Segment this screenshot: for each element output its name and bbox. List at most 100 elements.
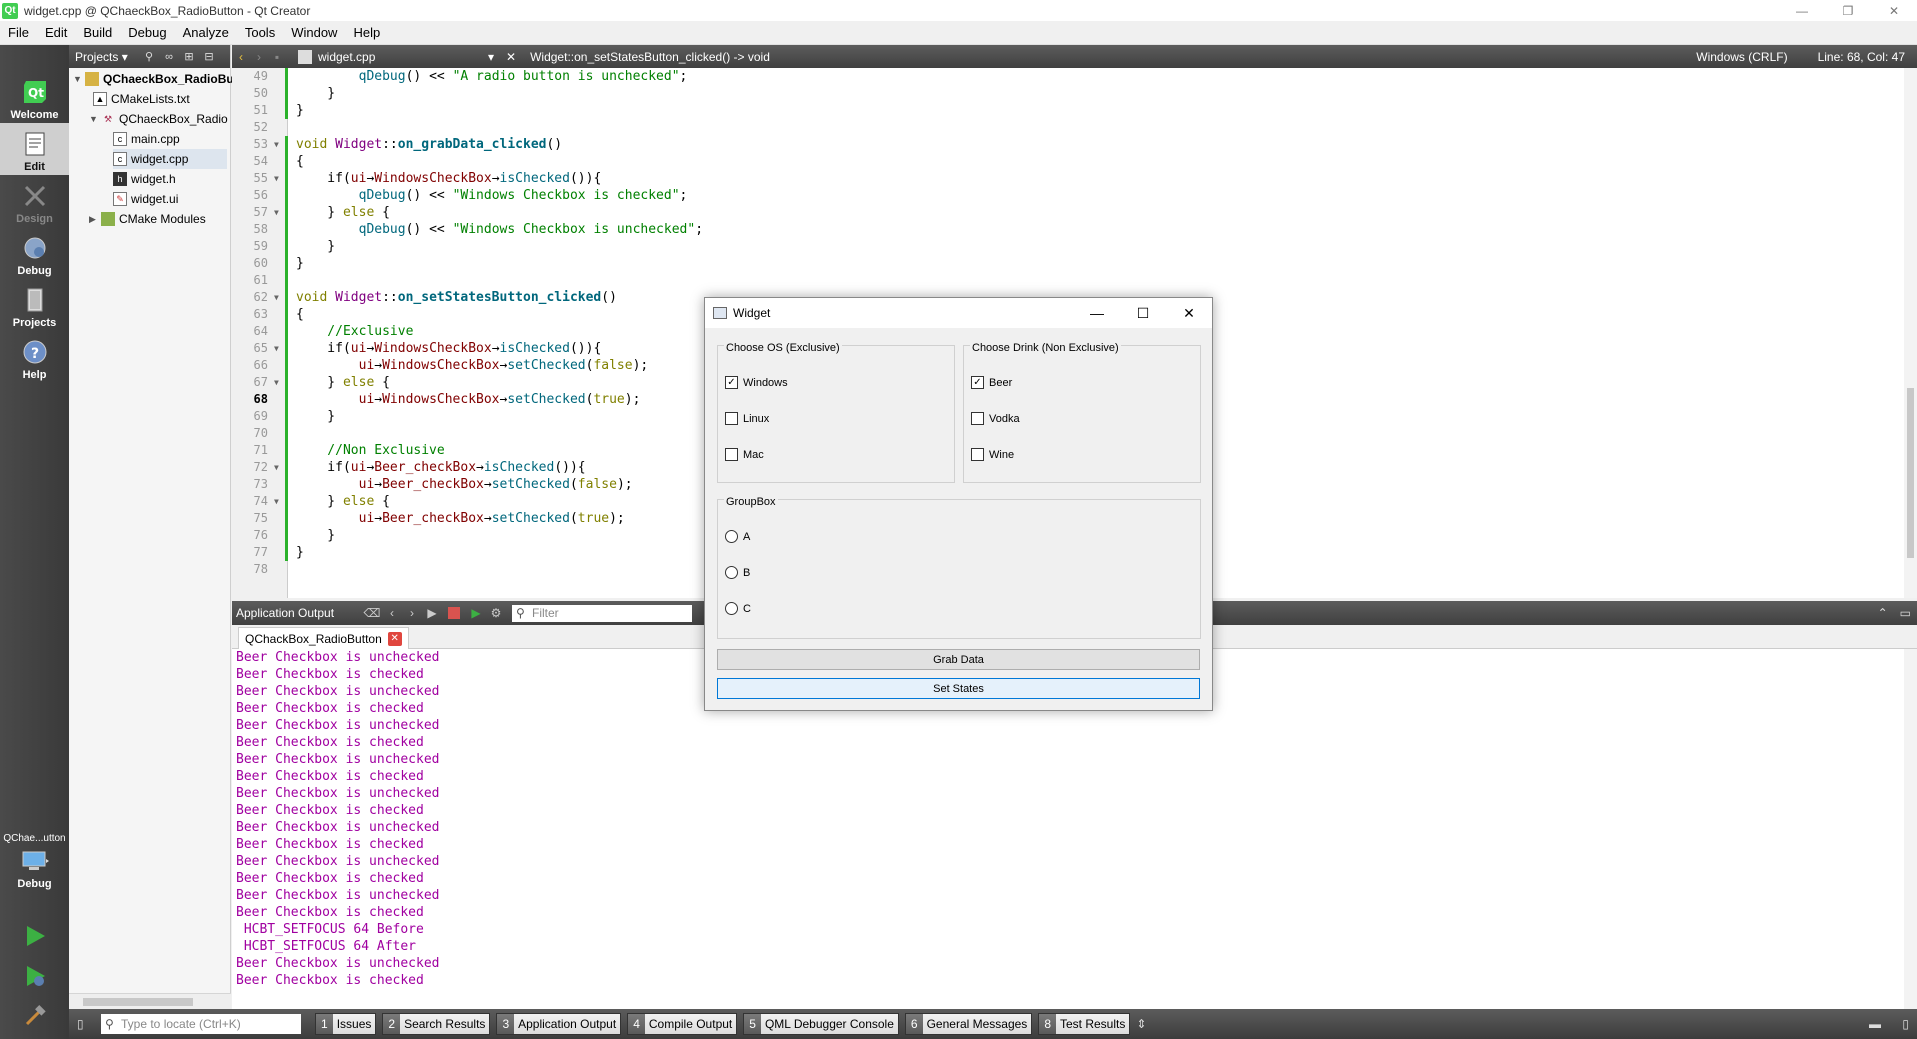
- menu-help[interactable]: Help: [345, 21, 388, 45]
- fold-marker-icon[interactable]: ▼: [274, 204, 279, 221]
- pane-button-qml-debugger[interactable]: 5 QML Debugger Console: [743, 1013, 899, 1035]
- toggle-sidebar-icon[interactable]: ▯: [77, 1017, 84, 1031]
- mode-debug[interactable]: Debug: [0, 227, 69, 279]
- more-panes-icon[interactable]: ⇕: [1136, 1017, 1146, 1031]
- run-button[interactable]: [0, 917, 69, 951]
- cursor-position[interactable]: Line: 68, Col: 47: [1818, 50, 1905, 64]
- radio-a[interactable]: A: [725, 530, 750, 543]
- widget-close-button[interactable]: ✕: [1166, 298, 1212, 328]
- close-button[interactable]: ✕: [1871, 0, 1917, 21]
- chevron-right-icon: ▶: [89, 213, 96, 224]
- folder-icon: [101, 212, 115, 226]
- windows-checkbox[interactable]: ✓ Windows: [725, 376, 788, 389]
- kit-selector[interactable]: QChae...utton Debug: [0, 831, 69, 901]
- menu-tools[interactable]: Tools: [237, 21, 283, 45]
- radio-indicator: [725, 566, 738, 579]
- vodka-checkbox[interactable]: Vodka: [971, 412, 1020, 425]
- filter-icon[interactable]: ⚲: [141, 49, 157, 65]
- tree-item-cmakelists[interactable]: ▲ CMakeLists.txt: [93, 89, 190, 109]
- forward-icon[interactable]: ›: [250, 50, 268, 64]
- mode-projects[interactable]: Projects: [0, 279, 69, 331]
- radio-indicator: [725, 602, 738, 615]
- stop-icon[interactable]: [448, 607, 460, 619]
- output-tab[interactable]: QChackBox_RadioButton ✕: [238, 627, 409, 649]
- editor-vertical-scrollbar[interactable]: [1904, 68, 1917, 598]
- set-states-button[interactable]: Set States: [717, 678, 1200, 699]
- mode-welcome[interactable]: Qt Welcome: [0, 71, 69, 123]
- tree-item-widget-ui[interactable]: ✎ widget.ui: [113, 189, 178, 209]
- beer-checkbox[interactable]: ✓ Beer: [971, 376, 1012, 389]
- grab-data-button[interactable]: Grab Data: [717, 649, 1200, 670]
- split-icon[interactable]: ⊞: [181, 49, 197, 65]
- tree-item-widget-cpp[interactable]: c widget.cpp: [113, 149, 227, 169]
- mode-design[interactable]: Design: [0, 175, 69, 227]
- code-line: }: [296, 103, 304, 118]
- locator-input[interactable]: ⚲ Type to locate (Ctrl+K): [101, 1014, 301, 1034]
- close-pane-icon[interactable]: ⊟: [201, 49, 217, 65]
- widget-maximize-button[interactable]: ☐: [1120, 298, 1166, 328]
- pane-button-test-results[interactable]: 8 Test Results: [1038, 1013, 1131, 1035]
- build-button[interactable]: [0, 997, 69, 1031]
- output-vertical-scrollbar[interactable]: [1904, 649, 1917, 1009]
- pane-button-application-output[interactable]: 3 Application Output: [496, 1013, 622, 1035]
- tree-item-cmake-modules[interactable]: ▶ CMake Modules: [89, 209, 206, 229]
- progress-details-icon[interactable]: ▬: [1869, 1017, 1881, 1031]
- projects-view-selector[interactable]: Projects ▾: [73, 50, 137, 64]
- linux-checkbox[interactable]: Linux: [725, 412, 769, 425]
- fold-marker-icon[interactable]: ▼: [274, 459, 279, 476]
- close-tab-icon[interactable]: ✕: [387, 631, 402, 646]
- pane-button-issues[interactable]: 1 Issues: [315, 1013, 377, 1035]
- link-icon[interactable]: ∞: [161, 49, 177, 65]
- line-ending-selector[interactable]: Windows (CRLF): [1696, 50, 1787, 64]
- clear-output-icon[interactable]: ⌫: [362, 606, 382, 620]
- menu-debug[interactable]: Debug: [120, 21, 174, 45]
- open-file-selector[interactable]: widget.cpp: [318, 50, 488, 64]
- pane-button-general-messages[interactable]: 6 General Messages: [904, 1013, 1033, 1035]
- output-filter-input[interactable]: ⚲ Filter: [512, 604, 692, 622]
- previous-item-icon[interactable]: ‹: [382, 606, 402, 620]
- output-line: Beer Checkbox is unchecked: [236, 752, 440, 767]
- next-item-icon[interactable]: ›: [402, 606, 422, 620]
- chevron-down-icon[interactable]: ▾: [488, 50, 494, 64]
- tree-item-project[interactable]: ▼ QChaeckBox_RadioBu: [73, 69, 234, 89]
- mode-edit[interactable]: Edit: [0, 123, 69, 175]
- fold-marker-icon[interactable]: ▼: [274, 374, 279, 391]
- fold-marker-icon[interactable]: ▼: [274, 136, 279, 153]
- hammer-icon: ⚒: [103, 113, 113, 124]
- symbol-selector[interactable]: Widget::on_setStatesButton_clicked() -> …: [530, 50, 770, 64]
- attach-debugger-icon[interactable]: ▶: [466, 606, 486, 620]
- debug-run-button[interactable]: [0, 957, 69, 991]
- menu-analyze[interactable]: Analyze: [175, 21, 237, 45]
- mode-help[interactable]: ? Help: [0, 331, 69, 383]
- menu-file[interactable]: File: [0, 21, 37, 45]
- wine-checkbox[interactable]: Wine: [971, 448, 1014, 461]
- minimize-button[interactable]: —: [1779, 0, 1825, 21]
- qt-logo-icon: Qt: [20, 77, 50, 107]
- fold-marker-icon[interactable]: ▼: [274, 170, 279, 187]
- pane-button-search-results[interactable]: 2 Search Results: [382, 1013, 491, 1035]
- menu-edit[interactable]: Edit: [37, 21, 75, 45]
- settings-gear-icon[interactable]: ⚙: [486, 606, 506, 620]
- rerun-icon[interactable]: ▶: [422, 606, 442, 620]
- close-pane-icon[interactable]: ▭: [1900, 606, 1911, 620]
- fold-marker-icon[interactable]: ▼: [274, 289, 279, 306]
- menu-window[interactable]: Window: [283, 21, 345, 45]
- pane-button-compile-output[interactable]: 4 Compile Output: [627, 1013, 738, 1035]
- maximize-button[interactable]: ❐: [1825, 0, 1871, 21]
- horizontal-scrollbar[interactable]: [69, 993, 231, 1009]
- radio-c[interactable]: C: [725, 602, 751, 615]
- widget-minimize-button[interactable]: —: [1074, 298, 1120, 328]
- mac-checkbox[interactable]: Mac: [725, 448, 764, 461]
- maximize-pane-icon[interactable]: ⌃: [1878, 606, 1888, 620]
- back-icon[interactable]: ‹: [232, 50, 250, 64]
- fold-marker-icon[interactable]: ▼: [274, 340, 279, 357]
- tree-item-widget-h[interactable]: h widget.h: [113, 169, 176, 189]
- radio-b[interactable]: B: [725, 566, 750, 579]
- toggle-right-sidebar-icon[interactable]: ▯: [1902, 1017, 1909, 1031]
- close-document-icon[interactable]: ✕: [506, 50, 516, 64]
- menu-build[interactable]: Build: [75, 21, 120, 45]
- tree-item-target[interactable]: ▼ ⚒ QChaeckBox_Radio: [89, 109, 228, 129]
- tree-item-main-cpp[interactable]: c main.cpp: [113, 129, 180, 149]
- fold-marker-icon[interactable]: ▼: [274, 493, 279, 510]
- tree-item-label: CMake Modules: [119, 212, 206, 226]
